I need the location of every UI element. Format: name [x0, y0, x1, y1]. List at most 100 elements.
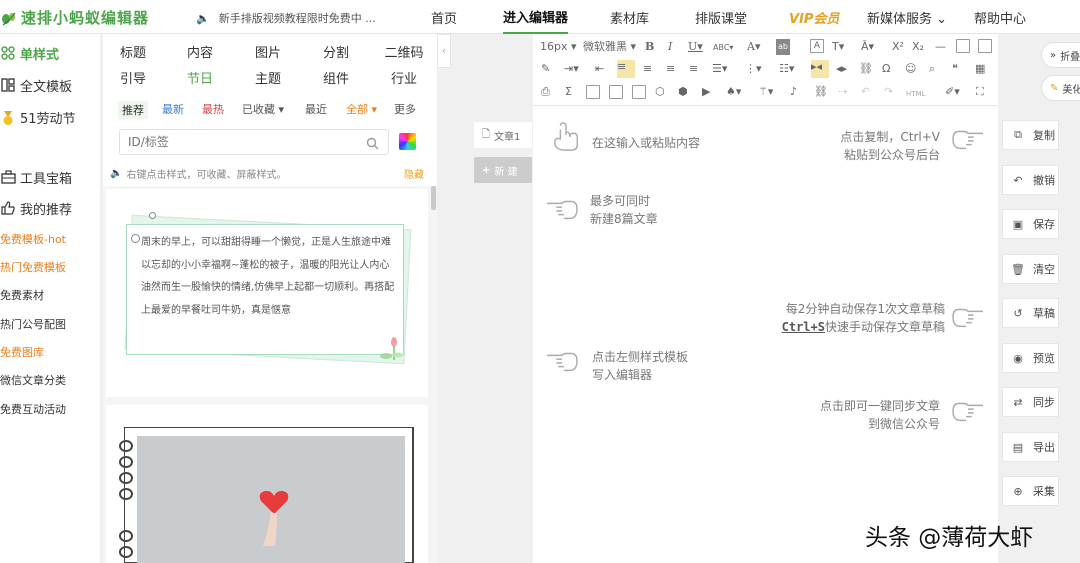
line-height-icon[interactable]: ☰▾ [712, 62, 727, 76]
nav-editor[interactable]: 进入编辑器 [503, 0, 569, 34]
style-search-input[interactable] [120, 130, 350, 154]
beautify-tab[interactable]: ✎ 美化 [1041, 75, 1080, 101]
nav-services[interactable]: 新媒体服务 ⌄ [867, 0, 947, 34]
leftnav-recommend[interactable]: 我的推荐 [0, 199, 72, 218]
leftnav-link-article-category[interactable]: 微信文章分类 [0, 372, 66, 388]
hide-tip-link[interactable]: 隐藏 [404, 166, 424, 181]
link-icon[interactable]: ⛓ [859, 62, 873, 76]
leftnav-link-free-template-hot[interactable]: 免费模板-hot [0, 231, 66, 247]
style-list-scrollbar[interactable] [430, 186, 437, 563]
italic-icon[interactable]: I [668, 40, 672, 54]
rtl-icon[interactable]: ◂▸ [836, 62, 847, 76]
nav-materials[interactable]: 素材库 [610, 0, 649, 34]
leftnav-single-style[interactable]: 单样式 [0, 44, 59, 63]
category-guide[interactable]: 引导 [103, 68, 163, 87]
text-height-icon[interactable]: T▾ [832, 40, 844, 54]
category-title[interactable]: 标题 [103, 42, 163, 61]
category-divider[interactable]: 分割 [306, 42, 366, 61]
font-family-select[interactable]: 微软雅黑 ▾ [583, 40, 636, 54]
horizontal-rule-icon[interactable]: — [935, 40, 946, 54]
filter-all[interactable]: 全部 ▾ [346, 101, 377, 117]
print-icon[interactable]: ⎙ [541, 85, 550, 99]
announcement[interactable]: 🔈 新手排版视频教程限时免费中 ... [196, 10, 376, 26]
undo-button[interactable]: ↶ 撤销 [1002, 165, 1059, 195]
leftnav-link-free-activity[interactable]: 免费互动活动 [0, 401, 66, 417]
subscript-icon[interactable]: X₂ [912, 40, 924, 54]
color-picker-icon[interactable] [399, 133, 416, 150]
filter-recommend[interactable]: 推荐 [118, 101, 148, 119]
redo-arrow-icon[interactable]: ↷ [884, 85, 893, 99]
nav-classroom[interactable]: 排版课堂 [695, 0, 747, 34]
search-replace-icon[interactable]: ⌕ [929, 62, 935, 76]
indent-icon[interactable]: ⇥▾ [564, 62, 579, 76]
filter-more[interactable]: 更多 [394, 101, 416, 117]
fold-tab[interactable]: » 折叠 [1041, 42, 1080, 68]
ltr-icon[interactable]: ▸◂ [811, 60, 829, 78]
style-list-scroll-thumb[interactable] [431, 186, 436, 210]
category-theme[interactable]: 主题 [238, 68, 298, 87]
sigma-icon[interactable]: Σ [565, 85, 572, 99]
font-color-icon[interactable]: A▾ [747, 40, 760, 54]
letter-spacing-icon[interactable]: Ā▾ [861, 40, 874, 54]
outdent-icon[interactable]: ⇤ [595, 62, 604, 76]
omega-icon[interactable]: Ω [882, 62, 890, 76]
nav-vip[interactable]: VIP会员 [789, 0, 839, 34]
unlink-icon[interactable]: ⇢ [838, 85, 847, 99]
page-icon[interactable] [956, 39, 970, 53]
filter-hottest[interactable]: 最热 [202, 101, 224, 117]
app-logo[interactable]: 速排小蚂蚁编辑器 [0, 7, 149, 28]
doc-tab[interactable]: 🗋 文章1 [474, 122, 532, 148]
category-component[interactable]: 组件 [306, 68, 366, 87]
preview-button[interactable]: ◉ 预览 [1002, 343, 1059, 373]
undo-arrow-icon[interactable]: ↶ [861, 85, 870, 99]
category-festival[interactable]: 节日 [170, 68, 230, 87]
draft-button[interactable]: ↺ 草稿 [1002, 298, 1059, 328]
shape-icon[interactable]: ⬡ [655, 85, 665, 99]
strikethrough-icon[interactable]: ABC▾ [713, 41, 733, 55]
align-justify-icon[interactable]: ≡ [689, 62, 698, 76]
bold-icon[interactable]: B [645, 40, 654, 54]
table-icon[interactable]: ▦ [975, 62, 985, 76]
music-icon[interactable]: ♪ [790, 85, 797, 99]
category-qrcode[interactable]: 二维码 [374, 42, 434, 61]
emoji-icon[interactable]: ☺ [905, 62, 916, 76]
editor-canvas[interactable] [533, 34, 998, 563]
leftnav-link-hot-free-template[interactable]: 热门免费模板 [0, 259, 66, 275]
collect-button[interactable]: ⊕ 采集 [1002, 476, 1059, 506]
filter-recent[interactable]: 最近 [305, 101, 327, 117]
category-image[interactable]: 图片 [238, 42, 298, 61]
multi-image-icon[interactable] [609, 85, 623, 99]
leftnav-toolbox[interactable]: 工具宝箱 [0, 168, 72, 187]
3d-icon[interactable]: ⬢ [678, 85, 688, 99]
image-icon[interactable] [586, 85, 600, 99]
eraser-icon[interactable]: ✎ [541, 62, 550, 76]
category-content[interactable]: 内容 [170, 42, 230, 61]
fullscreen-icon[interactable]: ⛶ [976, 85, 984, 99]
background-color-icon[interactable]: ab [776, 39, 790, 55]
filter-favorites[interactable]: 已收藏 ▾ [242, 101, 284, 117]
search-icon[interactable] [366, 135, 379, 150]
nav-help[interactable]: 帮助中心 [974, 0, 1026, 34]
brush-icon[interactable]: ♠▾ [726, 85, 741, 99]
video-icon[interactable]: ▶ [702, 85, 710, 99]
underline-icon[interactable]: U▾ [688, 40, 703, 54]
filter-newest[interactable]: 最新 [162, 101, 184, 117]
sync-button[interactable]: ⇄ 同步 [1002, 387, 1059, 417]
collapse-panel-button[interactable]: ‹ [437, 34, 451, 68]
html-icon[interactable]: HTML [906, 87, 925, 101]
new-doc-button[interactable]: + 新 建 [474, 157, 532, 183]
align-right-icon[interactable]: ≡ [666, 62, 675, 76]
category-industry[interactable]: 行业 [374, 68, 434, 87]
copy-button[interactable]: ⧉ 复制 [1002, 120, 1059, 150]
frame-icon[interactable] [632, 85, 646, 99]
format-painter-icon[interactable] [978, 39, 992, 53]
leftnav-link-free-material[interactable]: 免费素材 [0, 287, 44, 303]
clear-button[interactable]: 🗑 清空 [1002, 254, 1059, 284]
quote-icon[interactable]: ❝ [952, 62, 958, 76]
save-button[interactable]: ▣ 保存 [1002, 209, 1059, 239]
align-center-icon[interactable]: ≡ [643, 62, 652, 76]
chain-icon[interactable]: ⛓ [814, 85, 828, 99]
leftnav-link-free-gallery[interactable]: 免费图库 [0, 344, 44, 360]
leftnav-link-hot-images[interactable]: 热门公号配图 [0, 316, 66, 332]
edit-icon[interactable]: ✐▾ [945, 85, 960, 99]
